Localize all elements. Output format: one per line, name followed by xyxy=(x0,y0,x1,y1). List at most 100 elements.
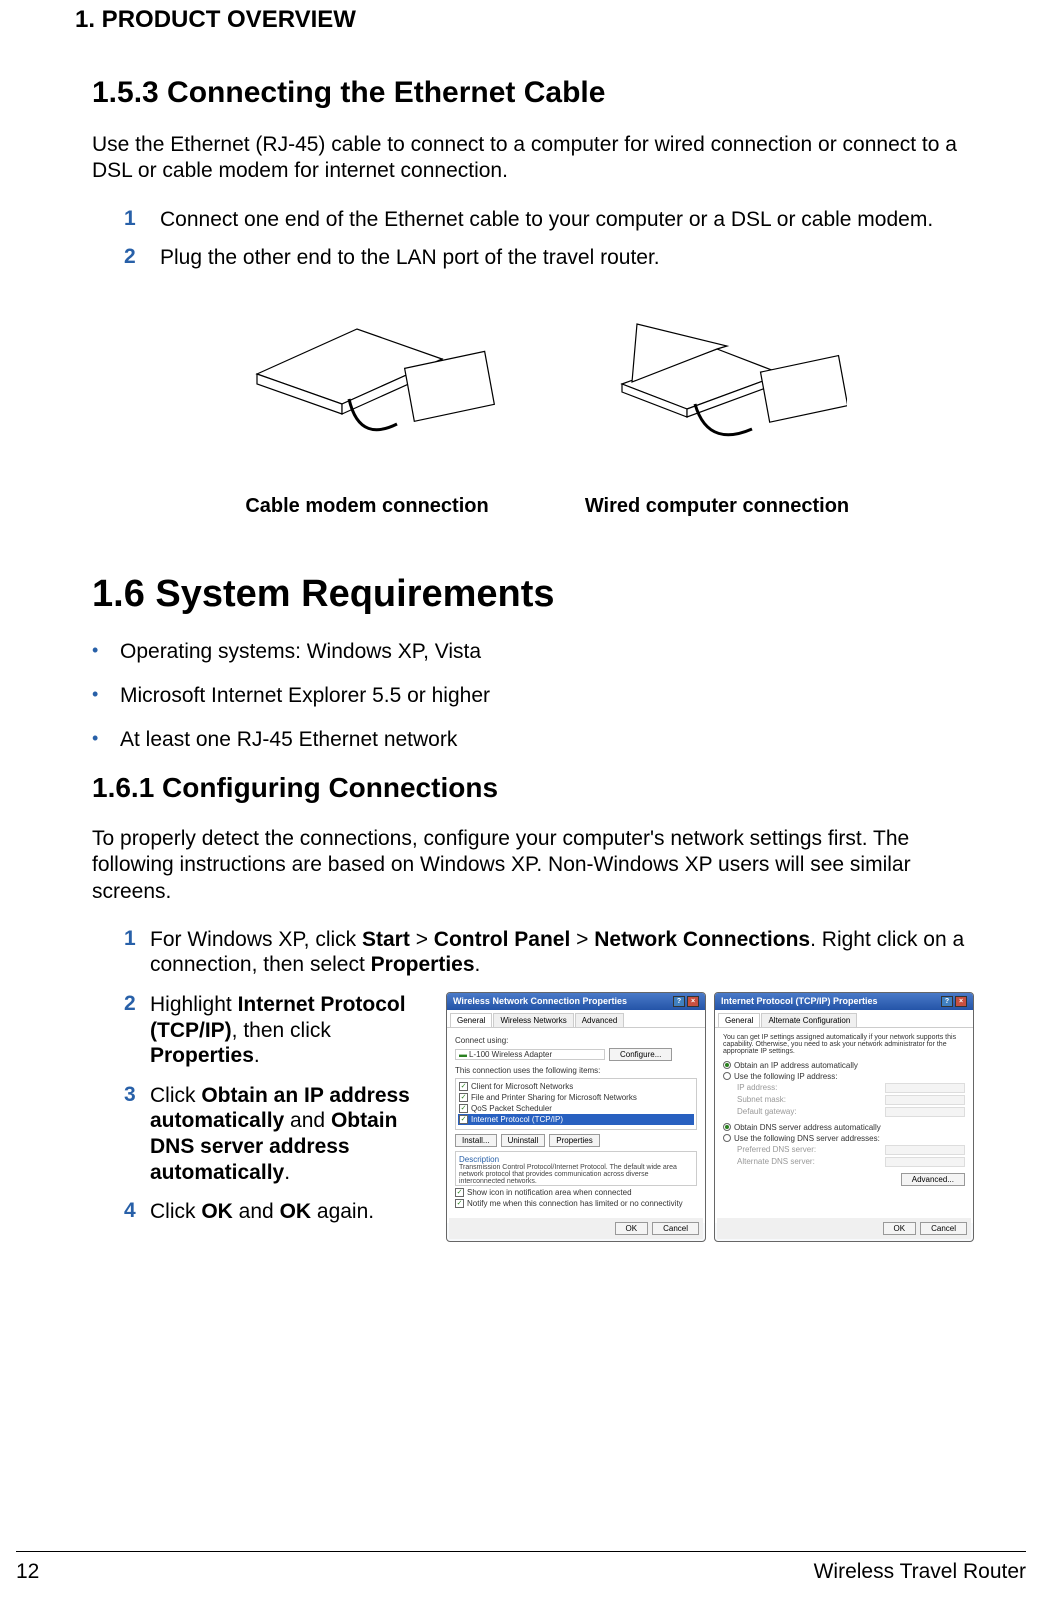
dialog-body: You can get IP settings assigned automat… xyxy=(715,1028,973,1223)
steps-161: 1 For Windows XP, click Start > Control … xyxy=(92,927,992,978)
page-footer: 12 Wireless Travel Router xyxy=(16,1560,1026,1584)
dialog-network-connection-properties: Wireless Network Connection Properties ?… xyxy=(446,992,706,1242)
figure-caption: Wired computer connection xyxy=(585,495,849,518)
cancel-button[interactable]: Cancel xyxy=(920,1222,967,1235)
dialog-tcpip-properties: Internet Protocol (TCP/IP) Properties ? … xyxy=(714,992,974,1242)
step-text: For Windows XP, click Start > Control Pa… xyxy=(150,927,992,978)
tab-alternate[interactable]: Alternate Configuration xyxy=(761,1013,857,1027)
subnet-field xyxy=(885,1095,965,1105)
section-intro-153: Use the Ethernet (RJ-45) cable to connec… xyxy=(92,132,992,185)
requirement-text: At least one RJ-45 Ethernet network xyxy=(120,728,457,752)
step-number: 3 xyxy=(124,1083,150,1185)
step-item: 1 For Windows XP, click Start > Control … xyxy=(124,927,992,978)
adapter-name: L-100 Wireless Adapter xyxy=(469,1050,552,1059)
requirement-text: Microsoft Internet Explorer 5.5 or highe… xyxy=(120,684,490,708)
section-heading-153: 1.5.3 Connecting the Ethernet Cable xyxy=(92,76,992,110)
radio-icon[interactable] xyxy=(723,1134,731,1142)
help-icon[interactable]: ? xyxy=(941,996,953,1007)
pref-dns-label: Preferred DNS server: xyxy=(737,1145,816,1154)
connect-using-label: Connect using: xyxy=(455,1036,697,1045)
step-item: 3 Click Obtain an IP address automatical… xyxy=(124,1083,434,1185)
gateway-field xyxy=(885,1107,965,1117)
ok-button[interactable]: OK xyxy=(615,1222,649,1235)
checkbox-icon[interactable]: ✓ xyxy=(455,1188,464,1197)
dialog-title-text: Internet Protocol (TCP/IP) Properties xyxy=(721,996,878,1006)
install-button[interactable]: Install... xyxy=(455,1134,497,1147)
steps-153: 1 Connect one end of the Ethernet cable … xyxy=(92,207,992,272)
bullet-marker: • xyxy=(92,640,120,664)
list-item-selected[interactable]: ✓Internet Protocol (TCP/IP) xyxy=(458,1114,694,1125)
intro-text: You can get IP settings assigned automat… xyxy=(723,1034,965,1055)
radio-icon[interactable] xyxy=(723,1123,731,1131)
figure-cable-modem: Cable modem connection xyxy=(227,299,507,518)
use-dns-label: Use the following DNS server addresses: xyxy=(734,1134,880,1143)
bullet-marker: • xyxy=(92,728,120,752)
figures-row: Cable modem connection Wired computer co… xyxy=(92,299,992,518)
items-list[interactable]: ✓Client for Microsoft Networks ✓File and… xyxy=(455,1078,697,1130)
help-icon[interactable]: ? xyxy=(673,996,685,1007)
dialog-titlebar: Wireless Network Connection Properties ?… xyxy=(447,993,705,1010)
obtain-ip-label: Obtain an IP address automatically xyxy=(734,1061,858,1070)
chapter-header: 1. PRODUCT OVERVIEW xyxy=(30,0,1012,34)
step-text: Connect one end of the Ethernet cable to… xyxy=(160,207,992,233)
list-item[interactable]: ✓File and Printer Sharing for Microsoft … xyxy=(458,1092,694,1103)
step-text: Highlight Internet Protocol (TCP/IP), th… xyxy=(150,992,434,1069)
figure-caption: Cable modem connection xyxy=(245,495,488,518)
ip-address-field xyxy=(885,1083,965,1093)
bullet-marker: • xyxy=(92,684,120,708)
alt-dns-label: Alternate DNS server: xyxy=(737,1157,815,1166)
list-item[interactable]: ✓QoS Packet Scheduler xyxy=(458,1103,694,1114)
checkbox-icon[interactable]: ✓ xyxy=(455,1199,464,1208)
pref-dns-field xyxy=(885,1145,965,1155)
cancel-button[interactable]: Cancel xyxy=(652,1222,699,1235)
radio-icon[interactable] xyxy=(723,1072,731,1080)
section-heading-161: 1.6.1 Configuring Connections xyxy=(92,772,992,804)
step-number: 4 xyxy=(124,1199,150,1225)
tab-general[interactable]: General xyxy=(718,1013,760,1027)
show-icon-label: Show icon in notification area when conn… xyxy=(467,1188,632,1197)
list-item: •At least one RJ-45 Ethernet network xyxy=(92,728,992,752)
use-ip-label: Use the following IP address: xyxy=(734,1072,837,1081)
checkbox-icon[interactable]: ✓ xyxy=(459,1115,468,1124)
wired-computer-illustration xyxy=(577,299,857,489)
section-heading-16: 1.6 System Requirements xyxy=(92,573,992,616)
dialog-body: Connect using: ▬ L-100 Wireless Adapter … xyxy=(447,1028,705,1223)
dialog-title-text: Wireless Network Connection Properties xyxy=(453,996,627,1006)
tab-wireless-networks[interactable]: Wireless Networks xyxy=(493,1013,573,1027)
tab-advanced[interactable]: Advanced xyxy=(575,1013,625,1027)
step-number: 2 xyxy=(124,992,150,1069)
step-item: 2 Highlight Internet Protocol (TCP/IP), … xyxy=(124,992,434,1069)
step-item: 4 Click OK and OK again. xyxy=(124,1199,434,1225)
step-text: Click Obtain an IP address automatically… xyxy=(150,1083,434,1185)
figure-wired-computer: Wired computer connection xyxy=(577,299,857,518)
tab-general[interactable]: General xyxy=(450,1013,492,1027)
uninstall-button[interactable]: Uninstall xyxy=(501,1134,546,1147)
section-intro-161: To properly detect the connections, conf… xyxy=(92,826,992,905)
advanced-button[interactable]: Advanced... xyxy=(901,1173,965,1186)
list-item: •Microsoft Internet Explorer 5.5 or high… xyxy=(92,684,992,708)
gateway-label: Default gateway: xyxy=(737,1107,797,1116)
ip-address-label: IP address: xyxy=(737,1083,777,1092)
checkbox-icon[interactable]: ✓ xyxy=(459,1093,468,1102)
checkbox-icon[interactable]: ✓ xyxy=(459,1082,468,1091)
dialog-tabs: General Wireless Networks Advanced xyxy=(447,1010,705,1028)
description-box: Description Transmission Control Protoco… xyxy=(455,1151,697,1186)
list-item: •Operating systems: Windows XP, Vista xyxy=(92,640,992,664)
configure-button[interactable]: Configure... xyxy=(609,1048,672,1061)
list-item[interactable]: ✓Client for Microsoft Networks xyxy=(458,1081,694,1092)
step-number: 2 xyxy=(124,245,160,271)
properties-button[interactable]: Properties xyxy=(549,1134,599,1147)
close-icon[interactable]: × xyxy=(687,996,699,1007)
items-label: This connection uses the following items… xyxy=(455,1066,697,1075)
dialog-titlebar: Internet Protocol (TCP/IP) Properties ? … xyxy=(715,993,973,1010)
radio-icon[interactable] xyxy=(723,1061,731,1069)
ok-button[interactable]: OK xyxy=(883,1222,917,1235)
obtain-dns-label: Obtain DNS server address automatically xyxy=(734,1123,881,1132)
checkbox-icon[interactable]: ✓ xyxy=(459,1104,468,1113)
step-number: 1 xyxy=(124,927,150,978)
product-name: Wireless Travel Router xyxy=(814,1560,1026,1584)
description-title: Description xyxy=(459,1155,693,1164)
adapter-icon: ▬ xyxy=(459,1050,467,1059)
close-icon[interactable]: × xyxy=(955,996,967,1007)
dialog-tabs: General Alternate Configuration xyxy=(715,1010,973,1028)
